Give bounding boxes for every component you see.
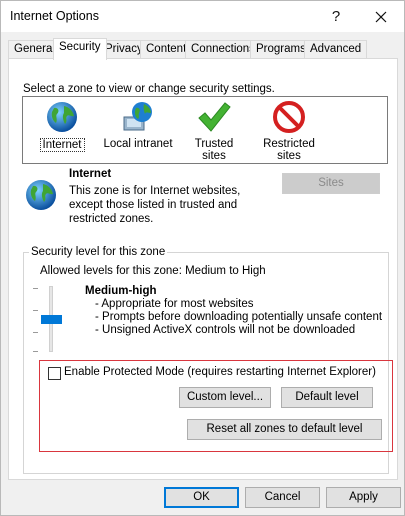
checkmark-icon	[198, 102, 231, 132]
intranet-icon	[123, 102, 152, 131]
zone-label: Restricted sites	[263, 138, 315, 162]
sites-button[interactable]: Sites	[282, 173, 380, 194]
protected-mode-label[interactable]: Enable Protected Mode (requires restarti…	[64, 366, 376, 378]
title-bar[interactable]: Internet Options ?	[1, 1, 404, 32]
zone-label: Trusted sites	[194, 138, 234, 162]
zone-info-description: This zone is for Internet websites, exce…	[69, 185, 241, 225]
security-panel: Select a zone to view or change security…	[8, 58, 398, 480]
security-level-legend: Security level for this zone	[29, 246, 168, 258]
level-detail-item: - Unsigned ActiveX controls will not be …	[95, 324, 356, 336]
tab-security[interactable]: Security	[53, 38, 107, 60]
zone-info-title: Internet	[69, 168, 112, 180]
reset-all-zones-button[interactable]: Reset all zones to default level	[187, 419, 382, 440]
level-detail-item: - Prompts before downloading potentially…	[95, 311, 383, 323]
ok-button[interactable]: OK	[164, 487, 239, 508]
zone-label: Local intranet	[103, 138, 173, 150]
zone-local-intranet[interactable]: Local intranet	[101, 99, 175, 150]
security-slider-thumb[interactable]	[41, 315, 62, 324]
tab-advanced[interactable]: Advanced	[304, 40, 368, 59]
slider-tick	[33, 332, 38, 333]
zone-prompt: Select a zone to view or change security…	[23, 83, 275, 95]
globe-icon	[26, 180, 56, 210]
zone-trusted-sites[interactable]: Trusted sites	[181, 99, 247, 162]
cancel-button[interactable]: Cancel	[245, 487, 320, 508]
zone-label: Internet	[39, 138, 85, 152]
default-level-button[interactable]: Default level	[281, 387, 373, 408]
slider-tick	[33, 351, 38, 352]
security-level-name: Medium-high	[85, 285, 157, 297]
close-icon	[375, 11, 387, 22]
apply-button[interactable]: Apply	[326, 487, 401, 508]
zone-list: Internet Local intranet Trusted sites Re…	[22, 96, 388, 164]
slider-tick	[33, 310, 38, 311]
security-level-details: - Appropriate for most websites - Prompt…	[95, 298, 382, 337]
help-button[interactable]: ?	[314, 1, 358, 32]
level-detail-item: - Appropriate for most websites	[95, 298, 254, 310]
slider-tick	[33, 288, 38, 289]
restricted-icon	[273, 101, 305, 133]
close-button[interactable]	[359, 1, 403, 32]
globe-icon	[47, 102, 77, 132]
tab-programs[interactable]: Programs	[250, 40, 312, 59]
allowed-levels-text: Allowed levels for this zone: Medium to …	[40, 265, 266, 277]
custom-level-button[interactable]: Custom level...	[179, 387, 271, 408]
protected-mode-checkbox[interactable]	[48, 367, 61, 380]
internet-options-window: Internet Options ? General Security Priv…	[0, 0, 405, 516]
help-icon: ?	[331, 8, 341, 25]
zone-restricted-sites[interactable]: Restricted sites	[251, 99, 327, 162]
window-title: Internet Options	[10, 9, 99, 23]
zone-internet[interactable]: Internet	[37, 99, 87, 152]
